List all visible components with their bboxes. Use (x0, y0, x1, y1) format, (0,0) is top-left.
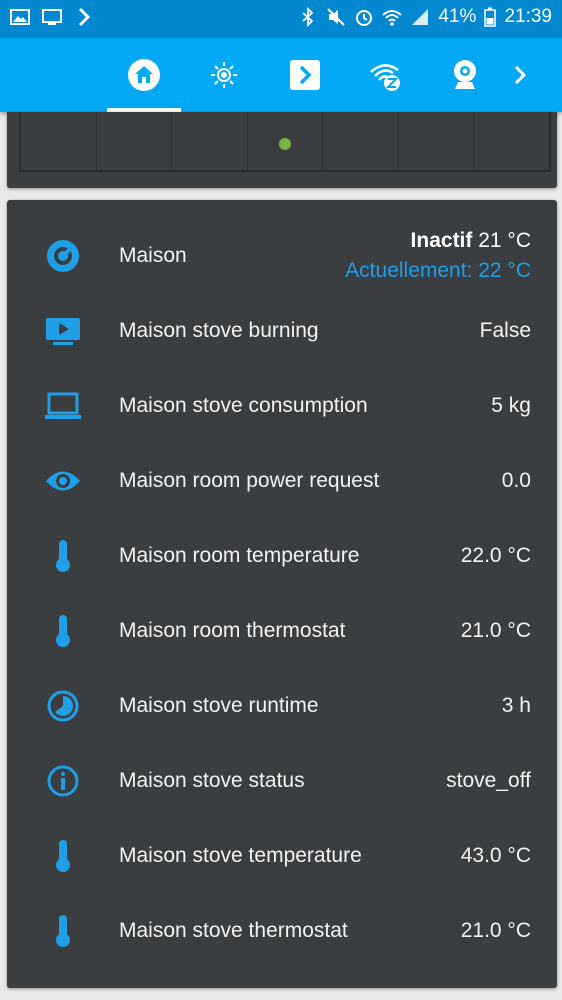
app-notification-icon (78, 7, 91, 27)
entity-row[interactable]: Maison stove thermostat 21.0 °C (7, 893, 557, 968)
brightness-icon (211, 62, 237, 88)
alarm-icon (356, 10, 373, 26)
grid-cell (172, 112, 248, 170)
entity-value: 3 h (501, 694, 531, 717)
grid-cell (399, 112, 475, 170)
entity-value: 21.0 °C (460, 619, 531, 642)
tabs-more-button[interactable] (490, 38, 550, 112)
entity-value: 22.0 °C (460, 544, 531, 567)
cast-notification-icon (42, 9, 62, 25)
grid-cell (323, 112, 399, 170)
entity-row-climate[interactable]: Maison Inactif 21 °C Actuellement: 22 °C (7, 218, 557, 294)
thermometer-icon (43, 836, 83, 876)
entity-name: Maison stove status (119, 769, 305, 792)
entity-name: Maison room power request (119, 469, 380, 492)
entity-value: False (479, 319, 531, 342)
laptop-icon (43, 386, 83, 426)
wifi-icon (382, 10, 403, 26)
entity-name: Maison (119, 244, 187, 267)
climate-mode: Inactif (410, 229, 473, 252)
entity-name: Maison stove runtime (119, 694, 319, 717)
entity-row[interactable]: Maison room temperature 22.0 °C (7, 518, 557, 593)
grid-cell (248, 112, 324, 170)
grid-cell (97, 112, 173, 170)
entity-name: Maison room temperature (119, 544, 360, 567)
info-icon (43, 761, 83, 801)
entity-row[interactable]: Maison stove temperature 43.0 °C (7, 818, 557, 893)
battery-icon (484, 7, 497, 27)
tab-lights[interactable] (187, 38, 261, 112)
entity-name: Maison stove burning (119, 319, 319, 342)
entity-row[interactable]: Maison stove consumption 5 kg (7, 368, 557, 443)
thermostat-dial-icon (43, 236, 83, 276)
entity-name: Maison stove thermostat (119, 919, 348, 942)
entity-row[interactable]: Maison stove runtime 3 h (7, 668, 557, 743)
view-tabs-toolbar (0, 38, 562, 112)
entity-value: 5 kg (491, 394, 531, 417)
thermometer-icon (43, 911, 83, 951)
entity-row[interactable]: Maison stove status stove_off (7, 743, 557, 818)
thermometer-icon (43, 536, 83, 576)
status-dot (279, 138, 292, 150)
entity-row[interactable]: Maison stove burning False (7, 293, 557, 368)
entity-name: Maison stove temperature (119, 844, 362, 867)
entity-value: 0.0 (501, 469, 531, 492)
entity-value: 21.0 °C (460, 919, 531, 942)
bluetooth-icon (302, 7, 314, 27)
home-icon (128, 59, 160, 91)
status-bar: 41% 21:39 (0, 0, 562, 38)
tab-automation[interactable] (268, 38, 342, 112)
wifi-z-icon (370, 64, 400, 91)
clock: 21:39 (504, 6, 552, 27)
climate-target: 21 °C (478, 229, 531, 252)
chevron-box-icon (290, 60, 320, 90)
entities-card: Maison Inactif 21 °C Actuellement: 22 °C… (7, 200, 557, 988)
grid-cell (474, 112, 549, 170)
entity-name: Maison room thermostat (119, 619, 346, 642)
tab-home[interactable] (107, 38, 181, 112)
gallery-notification-icon (10, 9, 30, 25)
entity-row[interactable]: Maison room thermostat 21.0 °C (7, 593, 557, 668)
eye-icon (43, 461, 83, 501)
tab-zwave[interactable] (348, 38, 422, 112)
tv-play-icon (43, 311, 83, 351)
grid-cell (21, 112, 97, 170)
webcam-icon (454, 60, 476, 89)
mute-icon (327, 8, 346, 26)
grid-card (7, 112, 557, 188)
climate-current: Actuellement: 22 °C (345, 259, 531, 282)
entity-name: Maison stove consumption (119, 394, 368, 417)
status-grid (19, 112, 551, 172)
entity-value: 43.0 °C (460, 844, 531, 867)
entity-row[interactable]: Maison room power request 0.0 (7, 443, 557, 518)
chevron-right-icon (514, 65, 527, 85)
battery-percent: 41% (438, 6, 477, 27)
entity-value: stove_off (446, 769, 531, 792)
climate-state: Inactif 21 °C Actuellement: 22 °C (345, 226, 531, 286)
timelapse-icon (43, 686, 83, 726)
thermometer-icon (43, 611, 83, 651)
signal-icon (412, 9, 429, 25)
